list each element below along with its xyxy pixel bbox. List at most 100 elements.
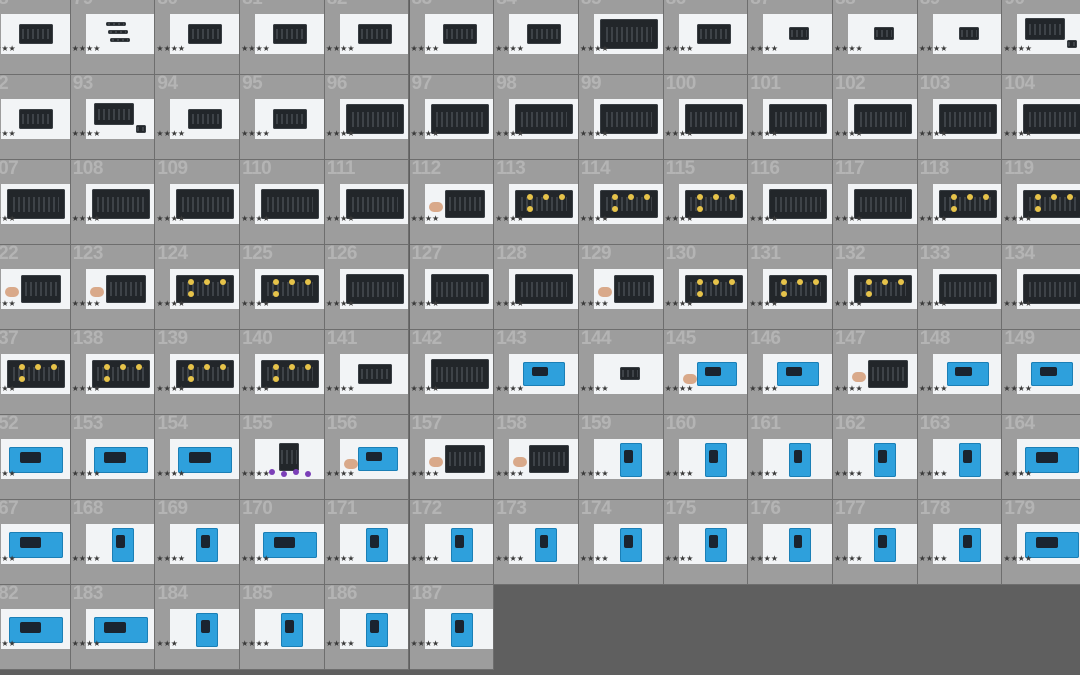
- thumbnail-cell-169[interactable]: 169▣◩★★★★: [155, 500, 241, 585]
- star-rating[interactable]: ★★★: [156, 639, 178, 648]
- thumbnail-cell-187[interactable]: 187▣◩★★★★: [409, 585, 495, 670]
- thumbnail-cell-114[interactable]: 114▣◩★★★★: [578, 160, 664, 245]
- thumbnail-cell-83[interactable]: 83▣◩★★★★: [409, 0, 495, 75]
- star-rating[interactable]: ★★★★: [495, 469, 524, 478]
- star-rating[interactable]: ★★★★: [834, 469, 863, 478]
- thumbnail-cell-132[interactable]: 132▣◩★★★★: [833, 245, 918, 330]
- star-rating[interactable]: ★★★★: [0, 469, 16, 478]
- star-rating[interactable]: ★★★★: [580, 554, 609, 563]
- thumbnail-cell-179[interactable]: 179▣◩★★★★: [1002, 500, 1080, 585]
- star-rating[interactable]: ★★★★: [834, 129, 863, 138]
- thumbnail-cell-160[interactable]: 160▣◩★★★★: [663, 415, 749, 500]
- thumbnail-cell-177[interactable]: 177▣◩★★★★: [833, 500, 918, 585]
- thumbnail-cell-141[interactable]: 141▣◩★★★★: [324, 330, 410, 415]
- star-rating[interactable]: ★★★★: [326, 639, 355, 648]
- thumbnail-cell-138[interactable]: 138▣◩★★★★: [70, 330, 156, 415]
- thumbnail-cell-108[interactable]: 108▣◩★★★★: [70, 160, 156, 245]
- thumbnail-cell-82[interactable]: 82▣◩★★★★: [324, 0, 410, 75]
- star-rating[interactable]: ★★★★: [749, 44, 778, 53]
- thumbnail-cell-117[interactable]: 117▣◩★★★★: [833, 160, 918, 245]
- star-rating[interactable]: ★★★★: [1003, 214, 1032, 223]
- thumbnail-cell-145[interactable]: 145▣◩★★★★: [663, 330, 749, 415]
- star-rating[interactable]: ★★★★: [495, 384, 524, 393]
- star-rating[interactable]: ★★★★: [326, 44, 355, 53]
- thumbnail-cell-159[interactable]: 159▣◩★★★★: [578, 415, 664, 500]
- star-rating[interactable]: ★★★★: [156, 384, 185, 393]
- star-rating[interactable]: ★★★★: [919, 214, 948, 223]
- star-rating[interactable]: ★★★★: [749, 554, 778, 563]
- thumbnail-cell-103[interactable]: 103▣◩★★★★: [917, 75, 1003, 160]
- star-rating[interactable]: ★★★★: [241, 384, 270, 393]
- star-rating[interactable]: ★★★★: [919, 469, 948, 478]
- star-rating[interactable]: ★★★★: [580, 384, 609, 393]
- star-rating[interactable]: ★★★★: [665, 214, 694, 223]
- star-rating[interactable]: ★★★★: [0, 554, 16, 563]
- star-rating[interactable]: ★★★★: [919, 44, 948, 53]
- star-rating[interactable]: ★★★★: [749, 299, 778, 308]
- thumbnail-cell-93[interactable]: 93▣◩★★★★: [70, 75, 156, 160]
- star-rating[interactable]: ★★★★: [580, 214, 609, 223]
- star-rating[interactable]: ★★★★: [241, 469, 270, 478]
- thumbnail-cell-163[interactable]: 163▣◩★★★★: [917, 415, 1003, 500]
- star-rating[interactable]: ★★★★: [156, 44, 185, 53]
- thumbnail-cell-167[interactable]: 167▣◩★★★★: [0, 500, 71, 585]
- star-rating[interactable]: ★★★★: [919, 299, 948, 308]
- thumbnail-cell-85[interactable]: 85▣◩★★★★: [578, 0, 664, 75]
- star-rating[interactable]: ★★★★: [0, 299, 16, 308]
- star-rating[interactable]: ★★★★: [411, 469, 440, 478]
- star-rating[interactable]: ★★★★: [580, 299, 609, 308]
- thumbnail-cell-109[interactable]: 109▣◩★★★★: [155, 160, 241, 245]
- thumbnail-cell-173[interactable]: 173▣◩★★★★: [494, 500, 579, 585]
- thumbnail-cell-119[interactable]: 119▣◩★★★★: [1002, 160, 1080, 245]
- thumbnail-cell-137[interactable]: 137▣◩★★★★: [0, 330, 71, 415]
- thumbnail-cell-147[interactable]: 147▣◩★★★★: [833, 330, 918, 415]
- thumbnail-cell-175[interactable]: 175▣◩★★★★: [663, 500, 749, 585]
- thumbnail-cell-168[interactable]: 168▣◩★★★★: [70, 500, 156, 585]
- thumbnail-cell-78[interactable]: 78▣◩★★★★: [0, 0, 71, 75]
- star-rating[interactable]: ★★★★: [72, 129, 101, 138]
- thumbnail-cell-122[interactable]: 122▣◩★★★★: [0, 245, 71, 330]
- star-rating[interactable]: ★★★★: [411, 299, 440, 308]
- star-rating[interactable]: ★★★★: [156, 129, 185, 138]
- star-rating[interactable]: ★★★★: [411, 214, 440, 223]
- star-rating[interactable]: ★★★★: [326, 299, 355, 308]
- thumbnail-cell-146[interactable]: 146▣◩★★★★: [748, 330, 833, 415]
- star-rating[interactable]: ★★★★: [156, 554, 185, 563]
- star-rating[interactable]: ★★★★: [156, 299, 185, 308]
- thumbnail-cell-156[interactable]: 156▣◩★★★★: [324, 415, 410, 500]
- star-rating[interactable]: ★★★★: [241, 44, 270, 53]
- star-rating[interactable]: ★★★★: [665, 129, 694, 138]
- star-rating[interactable]: ★★★★: [495, 214, 524, 223]
- star-rating[interactable]: ★★★★: [241, 129, 270, 138]
- thumbnail-cell-144[interactable]: 144▣◩★★★★: [578, 330, 664, 415]
- thumbnail-cell-95[interactable]: 95▣◩★★★★: [240, 75, 325, 160]
- star-rating[interactable]: ★★★★: [72, 44, 101, 53]
- thumbnail-cell-143[interactable]: 143▣◩★★★★: [494, 330, 579, 415]
- star-rating[interactable]: ★★★★: [241, 299, 270, 308]
- thumbnail-cell-148[interactable]: 148▣◩★★★★: [917, 330, 1003, 415]
- star-rating[interactable]: ★★★★: [495, 299, 524, 308]
- star-rating[interactable]: ★★★★: [0, 639, 16, 648]
- star-rating[interactable]: ★★★★: [749, 129, 778, 138]
- star-rating[interactable]: ★★★★: [665, 299, 694, 308]
- thumbnail-cell-127[interactable]: 127▣◩★★★★: [409, 245, 495, 330]
- star-rating[interactable]: ★★★★: [156, 469, 185, 478]
- thumbnail-cell-79[interactable]: 79▣◩★★★★: [70, 0, 156, 75]
- star-rating[interactable]: ★★★★: [411, 44, 440, 53]
- star-rating[interactable]: ★★★★: [326, 469, 355, 478]
- thumbnail-cell-130[interactable]: 130▣◩★★★★: [663, 245, 749, 330]
- star-rating[interactable]: ★★★★: [495, 129, 524, 138]
- star-rating[interactable]: ★★★★: [1003, 44, 1032, 53]
- thumbnail-cell-104[interactable]: 104▣◩★★★★: [1002, 75, 1080, 160]
- thumbnail-cell-80[interactable]: 80▣◩★★★★: [155, 0, 241, 75]
- star-rating[interactable]: ★★★★: [326, 384, 355, 393]
- thumbnail-cell-161[interactable]: 161▣◩★★★★: [748, 415, 833, 500]
- thumbnail-cell-99[interactable]: 99▣◩★★★★: [578, 75, 664, 160]
- thumbnail-cell-158[interactable]: 158▣◩★★★★: [494, 415, 579, 500]
- thumbnail-cell-172[interactable]: 172▣◩★★★★: [409, 500, 495, 585]
- thumbnail-cell-149[interactable]: 149▣◩★★★★: [1002, 330, 1080, 415]
- star-rating[interactable]: ★★★★: [665, 554, 694, 563]
- thumbnail-cell-123[interactable]: 123▣◩★★★★: [70, 245, 156, 330]
- star-rating[interactable]: ★★★★: [326, 214, 355, 223]
- star-rating[interactable]: ★★★★: [665, 469, 694, 478]
